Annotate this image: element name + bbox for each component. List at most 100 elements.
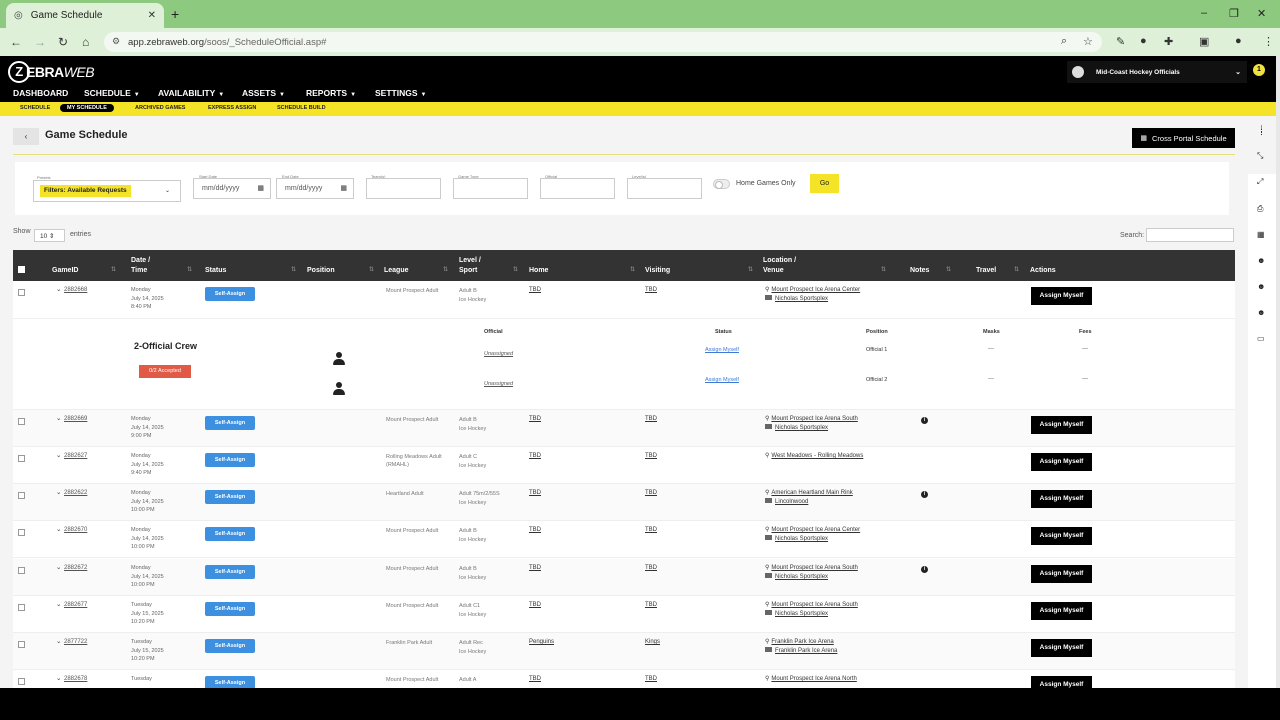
visiting-team-link[interactable]: TBD (645, 287, 657, 293)
venue-link[interactable]: Nicholas Sportsplex (775, 536, 828, 542)
venue-link[interactable]: Nicholas Sportsplex (775, 296, 828, 302)
self-assign-button[interactable]: Self-Assign (205, 639, 255, 653)
self-assign-button[interactable]: Self-Assign (205, 527, 255, 541)
sort-icon[interactable]: ⇅ (369, 266, 374, 273)
assign-myself-button[interactable]: Assign Myself (1031, 527, 1092, 545)
self-assign-button[interactable]: Self-Assign (205, 416, 255, 430)
game-id-link[interactable]: 2882627 (64, 453, 87, 459)
game-id-link[interactable]: 2882677 (64, 602, 87, 608)
menu-assets[interactable]: ASSETS ▼ (242, 88, 285, 98)
subnav-my-schedule[interactable]: MY SCHEDULE (60, 104, 114, 112)
location-link[interactable]: Mount Prospect Ice Arena North (771, 676, 856, 682)
info-icon[interactable]: i (921, 566, 928, 573)
site-info-icon[interactable]: ⚙ (112, 36, 120, 47)
home-team-link[interactable]: Penguins (529, 639, 554, 645)
venue-link[interactable]: Lincolnwood (775, 499, 808, 505)
location-link[interactable]: Mount Prospect Ice Arena South (771, 416, 857, 422)
chevron-down-icon[interactable]: ⌄ (56, 563, 61, 571)
menu-dashboard[interactable]: DASHBOARD (13, 88, 68, 98)
calendar-icon[interactable]: ▦ (257, 184, 264, 192)
col-level[interactable]: Level / Sport (459, 256, 481, 276)
location-link[interactable]: West Meadows - Rolling Meadows (771, 453, 863, 459)
home-team-link[interactable]: TBD (529, 602, 541, 608)
table-row[interactable]: ⌄ 2882672 Monday July 14, 2025 10:00 PM Self-… (13, 559, 1235, 596)
page-scrollbar[interactable] (1276, 56, 1280, 688)
chevron-down-icon[interactable]: ⌄ (56, 451, 61, 459)
chevron-down-icon[interactable]: ⌄ (56, 414, 61, 422)
visiting-team-link[interactable]: TBD (645, 416, 657, 422)
assign-myself-button[interactable]: Assign Myself (1031, 676, 1092, 688)
new-tab-button[interactable]: + (171, 6, 179, 22)
location-link[interactable]: Mount Prospect Ice Arena South (771, 602, 857, 608)
subnav-express-assign[interactable]: EXPRESS ASSIGN (208, 105, 256, 111)
profile-avatar-icon[interactable]: ● (1235, 35, 1242, 47)
card-icon[interactable]: ▭ (1257, 334, 1265, 343)
chevron-down-icon[interactable]: ⌄ (56, 600, 61, 608)
cross-portal-schedule-button[interactable]: ▦ Cross Portal Schedule (1132, 128, 1235, 148)
reload-icon[interactable]: ↻ (58, 35, 68, 49)
col-status[interactable]: Status (205, 266, 226, 276)
subnav-schedule[interactable]: SCHEDULE (20, 105, 50, 111)
assign-myself-button[interactable]: Assign Myself (1031, 416, 1092, 434)
home-icon[interactable]: ⌂ (82, 35, 89, 49)
browser-tab[interactable]: ◎ Game Schedule ✕ (6, 3, 164, 28)
game-id-link[interactable]: 2882622 (64, 490, 87, 496)
user-remove-icon[interactable]: ☻ (1257, 308, 1265, 317)
self-assign-button[interactable]: Self-Assign (205, 602, 255, 616)
row-checkbox[interactable] (18, 678, 25, 685)
assign-myself-button[interactable]: Assign Myself (1031, 602, 1092, 620)
venue-link[interactable]: Nicholas Sportsplex (775, 425, 828, 431)
menu-availability[interactable]: AVAILABILITY ▼ (158, 88, 224, 98)
location-link[interactable]: Franklin Park Ice Arena (771, 639, 833, 645)
url-input[interactable]: ⚙ app.zebraweb.org/soos/_ScheduleOfficia… (104, 32, 1102, 52)
user-add-icon[interactable]: ☻ (1257, 256, 1265, 265)
table-row[interactable]: ⌄ 2882627 Monday July 14, 2025 9:40 PM Self-A… (13, 447, 1235, 484)
col-home[interactable]: Home (529, 266, 548, 276)
sort-icon[interactable]: ⇅ (946, 266, 951, 273)
browser-menu-icon[interactable]: ⋮ (1263, 35, 1274, 48)
grid-icon[interactable]: ▦ (1257, 230, 1265, 239)
game-id-link[interactable]: 2882678 (64, 676, 87, 682)
col-position[interactable]: Position (307, 266, 335, 276)
assign-myself-button[interactable]: Assign Myself (1031, 287, 1092, 305)
menu-settings[interactable]: SETTINGS ▼ (375, 88, 426, 98)
chevron-down-icon[interactable]: ⌄ (56, 637, 61, 645)
chevron-down-icon[interactable]: ⌄ (56, 285, 61, 293)
visiting-team-link[interactable]: TBD (645, 565, 657, 571)
crew-official[interactable]: Unassigned (484, 351, 513, 357)
visiting-team-link[interactable]: TBD (645, 676, 657, 682)
more-options-icon[interactable]: ⋮ (1257, 126, 1266, 137)
row-checkbox[interactable] (18, 492, 25, 499)
home-team-link[interactable]: TBD (529, 527, 541, 533)
menu-reports[interactable]: REPORTS ▼ (306, 88, 356, 98)
home-team-link[interactable]: TBD (529, 453, 541, 459)
game-id-link[interactable]: 2882672 (64, 565, 87, 571)
self-assign-button[interactable]: Self-Assign (205, 490, 255, 504)
organization-selector[interactable]: Mid-Coast Hockey Officials ⌄ (1067, 61, 1247, 83)
visiting-team-link[interactable]: Kings (645, 639, 660, 645)
go-button[interactable]: Go (810, 174, 839, 193)
search-input[interactable] (1146, 228, 1234, 242)
visiting-team-link[interactable]: TBD (645, 453, 657, 459)
assign-myself-button[interactable]: Assign Myself (1031, 565, 1092, 583)
sort-icon[interactable]: ⇅ (443, 266, 448, 273)
sort-icon[interactable]: ⇅ (187, 266, 192, 273)
levels-input[interactable] (627, 178, 702, 199)
row-checkbox[interactable] (18, 604, 25, 611)
col-visiting[interactable]: Visiting (645, 266, 670, 276)
calendar-icon[interactable]: ▦ (340, 184, 347, 192)
forward-arrow-icon[interactable]: → (34, 35, 46, 49)
venue-link[interactable]: Franklin Park Ice Arena (775, 648, 837, 654)
subnav-archived-games[interactable]: ARCHIVED GAMES (135, 105, 185, 111)
col-league[interactable]: League (384, 266, 409, 276)
game-id-link[interactable]: 2882670 (64, 527, 87, 533)
tab-close-icon[interactable]: ✕ (148, 10, 156, 21)
sort-icon[interactable]: ⇅ (881, 266, 886, 273)
start-date-input[interactable]: mm/dd/yyyy ▦ (193, 178, 271, 199)
sort-icon[interactable]: ⇅ (111, 266, 116, 273)
minimize-icon[interactable]: – (1201, 7, 1207, 19)
table-row[interactable]: ⌄ 2882669 Monday July 14, 2025 9:00 PM Self-A… (13, 410, 1235, 447)
row-checkbox[interactable] (18, 641, 25, 648)
compress-icon[interactable]: ⤡ (1257, 151, 1263, 161)
sort-icon[interactable]: ⇅ (1014, 266, 1019, 273)
